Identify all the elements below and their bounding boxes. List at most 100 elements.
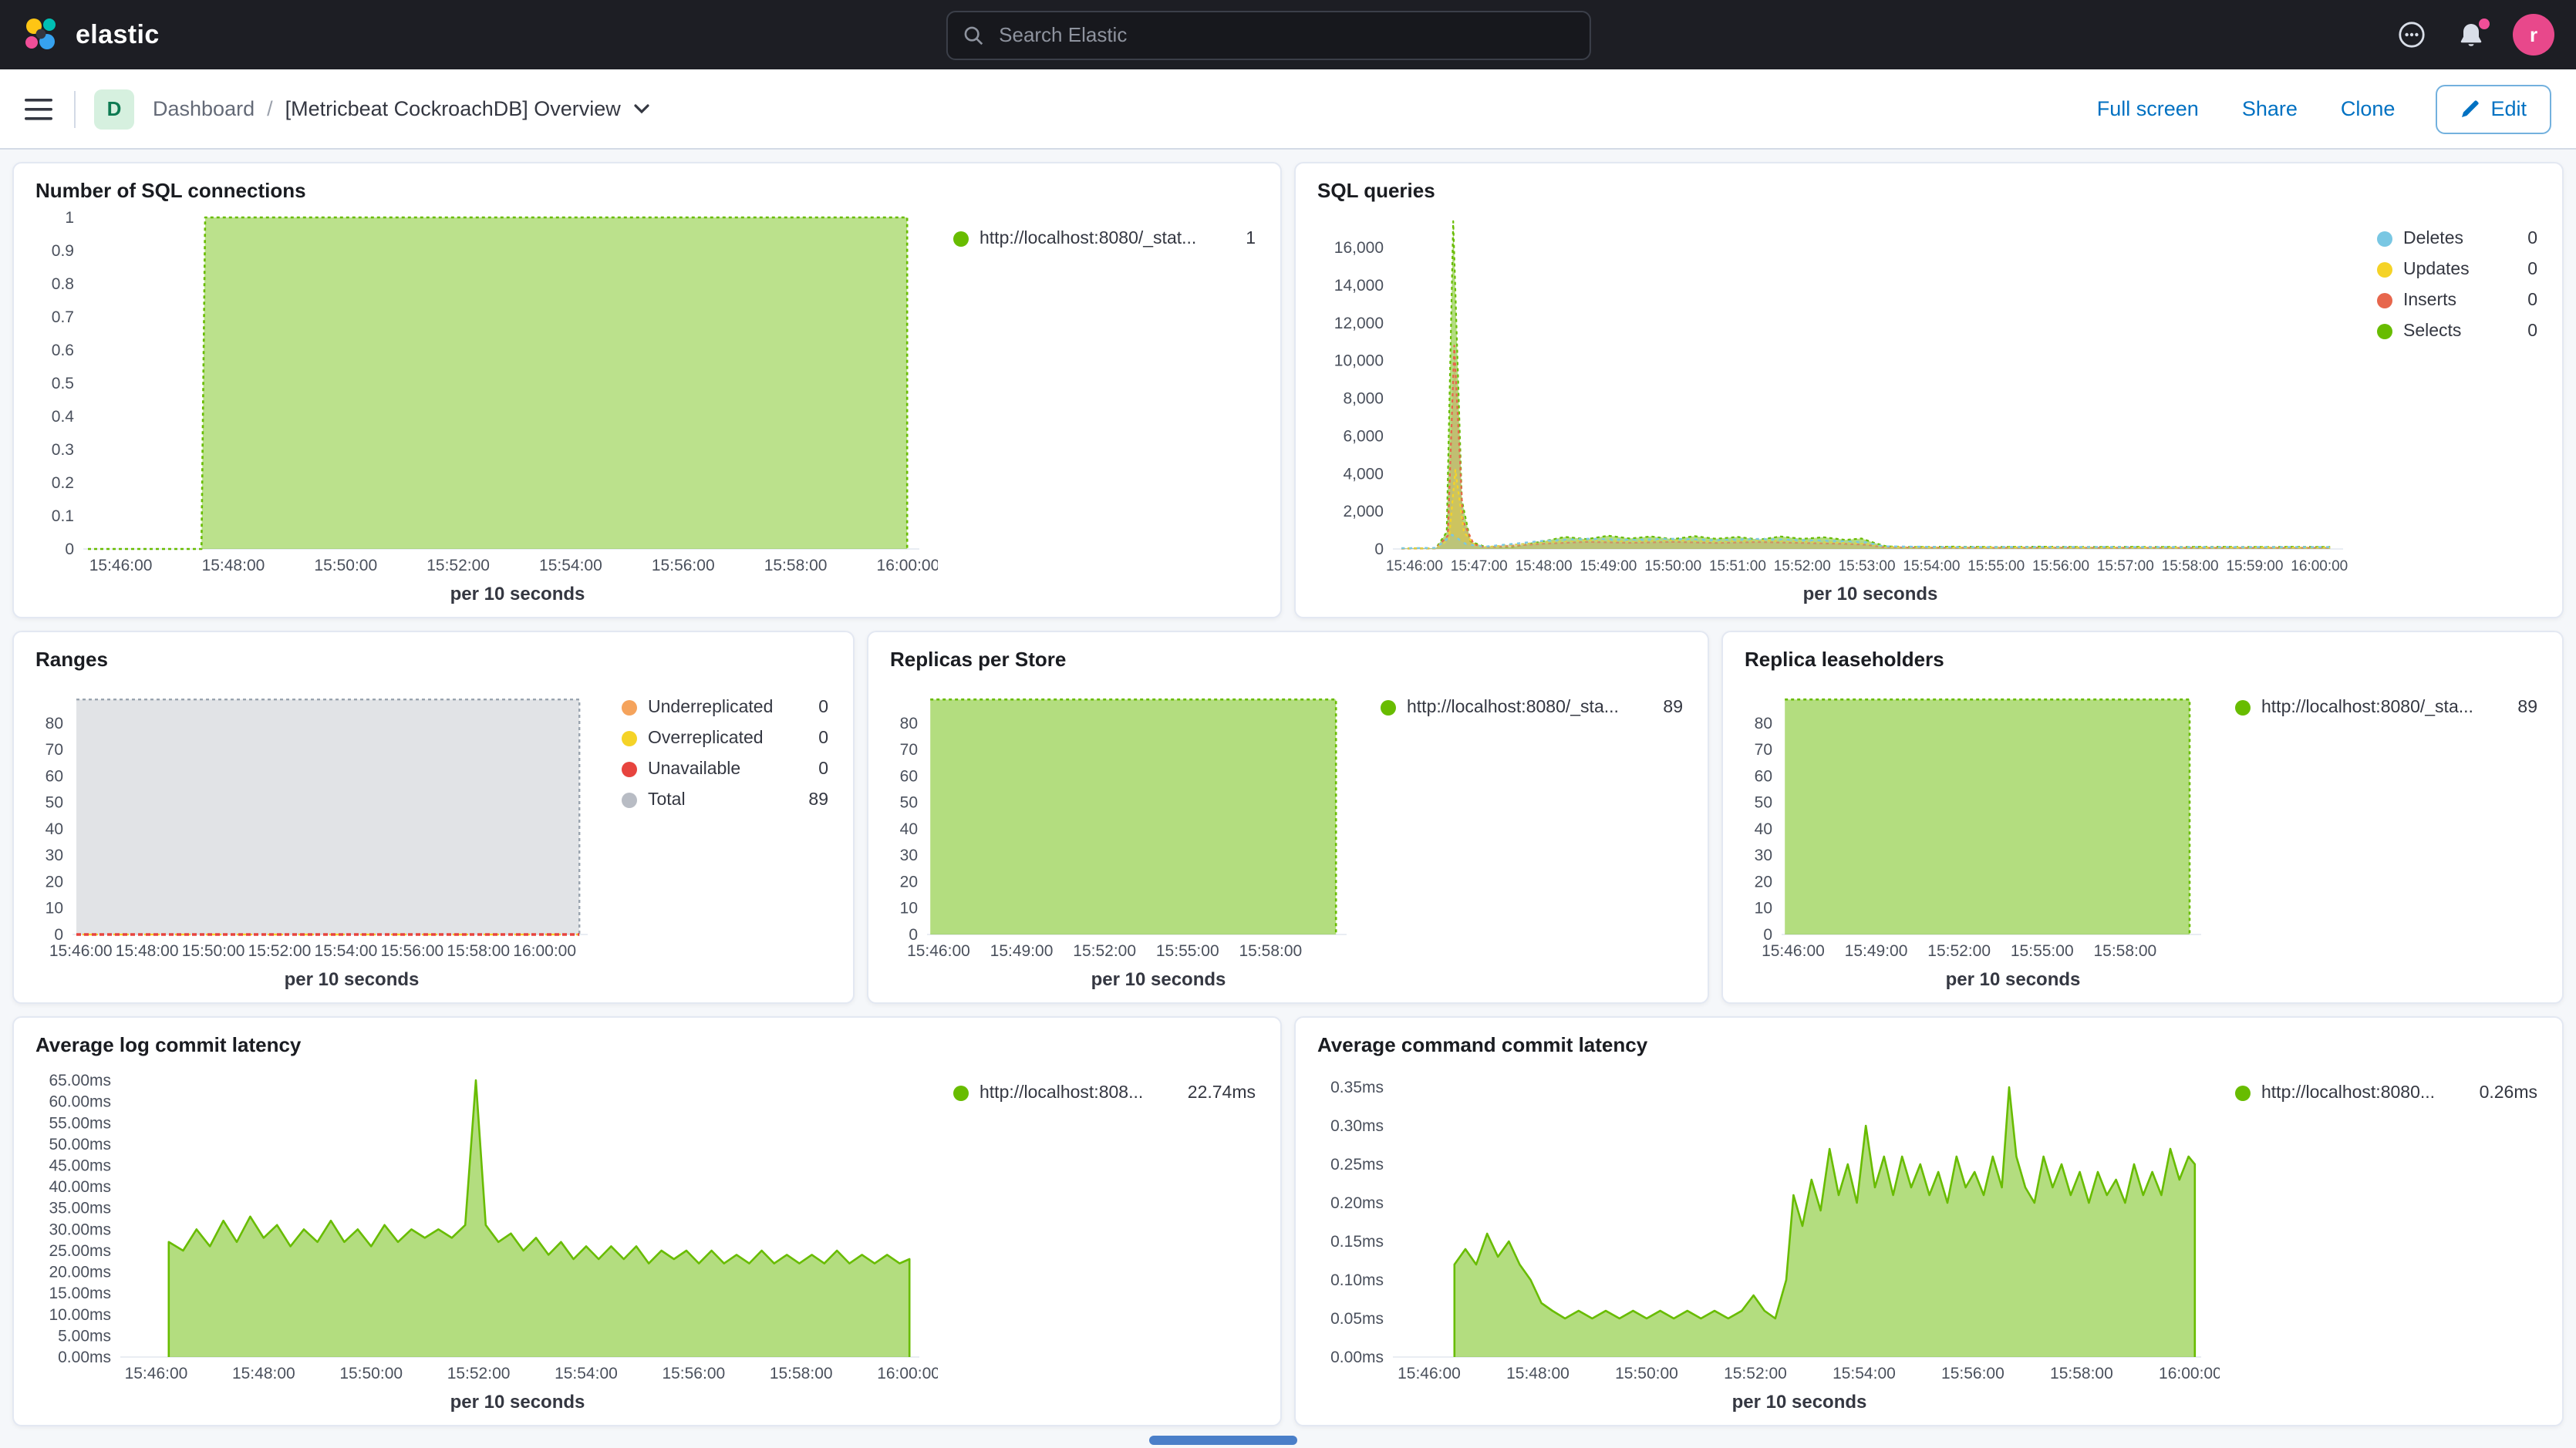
- svg-text:15:54:00: 15:54:00: [315, 942, 378, 960]
- svg-text:15:59:00: 15:59:00: [2226, 558, 2283, 574]
- dashboard-app-badge[interactable]: D: [94, 89, 134, 129]
- kibana-app: elastic: [0, 0, 2576, 1448]
- x-axis-unit-label: per 10 seconds: [35, 1388, 938, 1422]
- legend-swatch: [2377, 262, 2392, 278]
- chart-replica-leaseholders[interactable]: 0102030405060708015:46:0015:49:0015:52:0…: [1745, 674, 2220, 965]
- svg-text:60: 60: [1755, 767, 1772, 785]
- svg-text:80: 80: [46, 715, 63, 732]
- legend-value: 0.26ms: [2467, 1084, 2537, 1103]
- svg-text:0.00ms: 0.00ms: [58, 1349, 111, 1366]
- svg-text:15:56:00: 15:56:00: [380, 942, 443, 960]
- brand-name: elastic: [76, 19, 160, 50]
- search-input[interactable]: [996, 22, 1574, 48]
- legend-value: 0: [2515, 322, 2537, 341]
- svg-text:0.1: 0.1: [52, 507, 74, 525]
- legend-item[interactable]: Deletes0: [2377, 230, 2537, 248]
- svg-text:20: 20: [1755, 873, 1772, 891]
- legend-item[interactable]: Overreplicated0: [622, 729, 828, 748]
- legend-item[interactable]: Inserts0: [2377, 291, 2537, 310]
- legend-swatch: [2377, 293, 2392, 308]
- legend-swatch: [1381, 700, 1396, 716]
- toolbar-divider: [74, 90, 76, 127]
- legend-item[interactable]: Unavailable0: [622, 760, 828, 779]
- svg-text:6,000: 6,000: [1343, 427, 1384, 445]
- avatar[interactable]: r: [2513, 14, 2554, 56]
- legend-item[interactable]: http://localhost:8080/_sta... 89: [2235, 699, 2537, 717]
- breadcrumb-dashboard[interactable]: Dashboard: [153, 97, 255, 120]
- legend-value: 1: [1233, 230, 1256, 248]
- svg-text:0.9: 0.9: [52, 242, 74, 260]
- legend-label: Updates: [2403, 261, 2470, 279]
- legend-item[interactable]: Total89: [622, 791, 828, 810]
- legend-label: http://localhost:8080/_sta...: [2261, 699, 2473, 717]
- chevron-down-icon[interactable]: [633, 103, 652, 115]
- svg-text:60: 60: [900, 767, 918, 785]
- svg-text:15:48:00: 15:48:00: [232, 1365, 295, 1382]
- clone-button[interactable]: Clone: [2325, 88, 2411, 130]
- chart-average-command-commit-latency[interactable]: 0.00ms0.05ms0.10ms0.15ms0.20ms0.25ms0.30…: [1317, 1059, 2220, 1388]
- svg-text:15:52:00: 15:52:00: [427, 557, 490, 574]
- elastic-home-link[interactable]: elastic: [22, 15, 160, 55]
- legend-item[interactable]: Underreplicated0: [622, 699, 828, 717]
- svg-text:15:48:00: 15:48:00: [202, 557, 265, 574]
- svg-text:15.00ms: 15.00ms: [49, 1285, 111, 1302]
- svg-text:0.35ms: 0.35ms: [1330, 1079, 1384, 1096]
- svg-text:15:54:00: 15:54:00: [555, 1365, 618, 1382]
- svg-text:15:58:00: 15:58:00: [2162, 558, 2219, 574]
- svg-text:50: 50: [900, 794, 918, 812]
- svg-text:0.15ms: 0.15ms: [1330, 1233, 1384, 1251]
- chart-sql-queries[interactable]: 02,0004,0006,0008,00010,00012,00014,0001…: [1317, 205, 2362, 580]
- legend-item[interactable]: http://localhost:8080/_sta...89: [1381, 699, 1683, 717]
- legend-value: 0: [2515, 291, 2537, 310]
- chart-number-of-sql-connections[interactable]: 00.10.20.30.40.50.60.70.80.9115:46:0015:…: [35, 205, 938, 580]
- legend-item[interactable]: Selects 0: [2377, 322, 2537, 341]
- panel-title: SQL queries: [1317, 179, 2541, 202]
- legend-item[interactable]: http://localhost:8080...0.26ms: [2235, 1084, 2537, 1103]
- legend-item[interactable]: Updates 0: [2377, 261, 2537, 279]
- svg-text:15:49:00: 15:49:00: [990, 942, 1054, 960]
- svg-text:15:46:00: 15:46:00: [49, 942, 113, 960]
- chart-replicas-per-store[interactable]: 0102030405060708015:46:0015:49:0015:52:0…: [890, 674, 1365, 965]
- svg-text:35.00ms: 35.00ms: [49, 1200, 111, 1217]
- legend-value: 0: [2515, 261, 2537, 279]
- legend-label: Selects: [2403, 322, 2461, 341]
- legend-item[interactable]: http://localhost:8080/_stat...1: [953, 230, 1256, 248]
- svg-text:15:50:00: 15:50:00: [182, 942, 245, 960]
- help-button[interactable]: [2394, 17, 2429, 52]
- svg-text:10: 10: [900, 900, 918, 918]
- svg-text:30: 30: [900, 847, 918, 864]
- svg-text:15:49:00: 15:49:00: [1845, 942, 1908, 960]
- svg-text:40.00ms: 40.00ms: [49, 1178, 111, 1196]
- svg-text:15:51:00: 15:51:00: [1709, 558, 1766, 574]
- panel-title: Replica leaseholders: [1745, 648, 2541, 671]
- svg-text:0.10ms: 0.10ms: [1330, 1271, 1384, 1289]
- svg-text:0: 0: [1763, 926, 1772, 944]
- menu-button[interactable]: [19, 92, 59, 126]
- notifications-button[interactable]: [2454, 18, 2488, 52]
- horizontal-scrollbar-thumb[interactable]: [1149, 1436, 1297, 1445]
- legend-value: 89: [2505, 699, 2537, 717]
- svg-text:80: 80: [900, 715, 918, 732]
- svg-text:16:00:00: 16:00:00: [513, 942, 576, 960]
- svg-text:0.6: 0.6: [52, 342, 74, 359]
- svg-text:15:58:00: 15:58:00: [764, 557, 828, 574]
- search-icon: [963, 24, 983, 45]
- chart-ranges[interactable]: 0102030405060708015:46:0015:48:0015:50:0…: [35, 674, 606, 965]
- svg-text:0.20ms: 0.20ms: [1330, 1194, 1384, 1212]
- pencil-icon: [2460, 99, 2480, 119]
- edit-button[interactable]: Edit: [2435, 84, 2551, 133]
- svg-text:15:50:00: 15:50:00: [1644, 558, 1701, 574]
- svg-text:30.00ms: 30.00ms: [49, 1221, 111, 1238]
- edit-button-label: Edit: [2490, 97, 2527, 120]
- legend-swatch: [2235, 700, 2251, 716]
- full-screen-button[interactable]: Full screen: [2082, 88, 2214, 130]
- svg-text:20.00ms: 20.00ms: [49, 1264, 111, 1281]
- legend-swatch: [953, 1086, 969, 1101]
- svg-text:0.8: 0.8: [52, 275, 74, 293]
- svg-text:20: 20: [900, 873, 918, 891]
- share-button[interactable]: Share: [2227, 88, 2313, 130]
- svg-text:0.00ms: 0.00ms: [1330, 1349, 1384, 1366]
- chart-average-log-commit-latency[interactable]: 0.00ms5.00ms10.00ms15.00ms20.00ms25.00ms…: [35, 1059, 938, 1388]
- notification-dot: [2479, 18, 2490, 29]
- legend-item[interactable]: http://localhost:808...22.74ms: [953, 1084, 1256, 1103]
